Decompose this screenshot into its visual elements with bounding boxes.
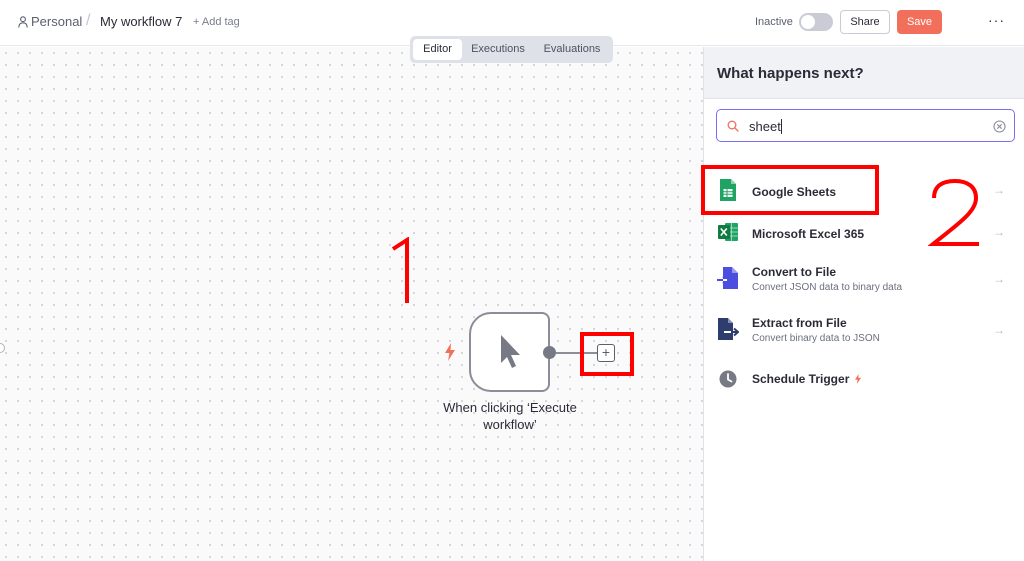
item-title-text: Schedule Trigger	[752, 372, 850, 386]
panel-title: What happens next?	[717, 65, 864, 82]
item-title: Extract from File	[752, 316, 847, 330]
item-arrow-icon: →	[993, 272, 1005, 286]
item-subtitle: Convert binary data to JSON	[752, 333, 880, 344]
save-button[interactable]: Save	[897, 10, 942, 34]
workflow-canvas[interactable]	[0, 47, 703, 561]
tab-evaluations[interactable]: Evaluations	[537, 39, 607, 60]
add-tag-link[interactable]: + Add tag	[193, 16, 240, 28]
node-label-line-2: workflow’	[483, 417, 537, 432]
tab-executions[interactable]: Executions	[466, 39, 530, 60]
breadcrumb-separator: /	[86, 12, 91, 29]
item-arrow-icon: →	[993, 225, 1005, 239]
node-label: When clicking ‘Execute workflow’	[420, 399, 600, 433]
share-button[interactable]: Share	[840, 10, 890, 34]
list-item-schedule-trigger[interactable]: Schedule Trigger	[704, 355, 1024, 399]
tab-editor[interactable]: Editor	[413, 39, 462, 60]
annotation-number-2	[928, 178, 979, 246]
item-title: Convert to File	[752, 265, 837, 279]
toggle-knob	[801, 15, 815, 29]
breadcrumb-personal[interactable]: Personal	[31, 14, 82, 29]
node-label-line-1: When clicking ‘Execute	[443, 400, 577, 415]
canvas-edge-handle[interactable]	[0, 343, 5, 353]
item-title: Schedule Trigger	[752, 372, 862, 386]
annotation-box-google-sheets	[701, 165, 879, 215]
trigger-bolt-icon	[855, 374, 862, 384]
status-label: Inactive	[755, 16, 793, 28]
annotation-number-1	[391, 237, 409, 303]
view-tabs: Editor Executions Evaluations	[410, 36, 613, 63]
item-arrow-icon: →	[993, 183, 1005, 197]
trigger-bolt-icon	[445, 343, 455, 361]
list-item-convert-to-file[interactable]: Convert to File Convert JSON data to bin…	[704, 255, 1024, 299]
panel-header: What happens next?	[704, 47, 1024, 99]
node-creator-panel: What happens next? Google Sheets →	[703, 47, 1024, 561]
search-icon	[727, 120, 739, 132]
item-subtitle: Convert JSON data to binary data	[752, 282, 903, 293]
user-icon	[18, 16, 28, 28]
cursor-icon	[501, 335, 520, 368]
clear-search-icon[interactable]	[993, 120, 1006, 133]
convert-to-file-icon	[717, 267, 738, 289]
excel-icon	[718, 223, 738, 241]
workflow-title[interactable]: My workflow 7	[100, 14, 182, 29]
item-title: Microsoft Excel 365	[752, 227, 865, 241]
search-box[interactable]	[716, 109, 1015, 142]
manual-trigger-node[interactable]	[469, 312, 550, 392]
text-caret	[781, 119, 782, 134]
item-arrow-icon: →	[993, 323, 1005, 337]
more-options-icon[interactable]: ···	[988, 12, 1005, 28]
app-window: Personal / My workflow 7 + Add tag Inact…	[0, 0, 1024, 561]
clock-icon	[719, 370, 737, 388]
search-input[interactable]	[749, 117, 979, 135]
active-toggle[interactable]	[799, 13, 833, 31]
list-item-extract-from-file[interactable]: Extract from File Convert binary data to…	[704, 306, 1024, 350]
extract-from-file-icon	[718, 318, 739, 340]
node-output-handle[interactable]	[543, 346, 556, 359]
annotation-box-add-button	[580, 332, 634, 376]
